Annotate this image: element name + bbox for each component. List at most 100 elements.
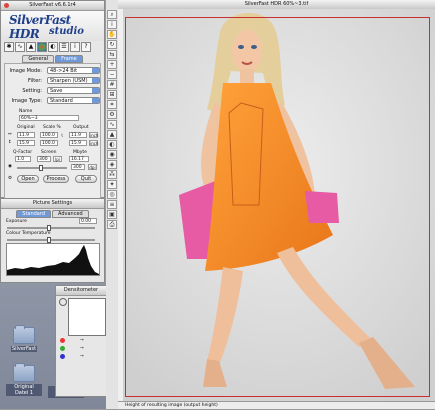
frame-panel: Image Mode: 48->24 Bit Filter: Sharpen (… (4, 63, 101, 211)
selective-icon[interactable]: ◉ (107, 150, 117, 159)
prescan-window: SilverFast HDR 60%~3.tif Height of resul… (118, 0, 435, 409)
gradation-icon[interactable]: ∿ (15, 42, 25, 52)
dpi-unit-select[interactable]: dpi (88, 164, 97, 170)
image-type-select[interactable]: Standard (47, 97, 100, 104)
qfactor-field[interactable]: 1.0 (15, 156, 31, 162)
image-mode-row: Image Mode: 48->24 Bit (5, 67, 100, 75)
picture-tabs: Standard Advanced (1, 210, 104, 218)
output-label: Output (73, 125, 89, 130)
printer-icon[interactable]: ⎙ (107, 220, 117, 229)
setting-label: Setting: (22, 88, 42, 94)
tab-advanced[interactable]: Advanced (52, 210, 89, 218)
screen-field[interactable]: 300 (37, 156, 51, 162)
screen-unit-select[interactable]: lpi (53, 156, 62, 162)
grid-icon[interactable]: # (107, 80, 117, 89)
expert-icon[interactable]: ☰ (59, 42, 69, 52)
original-height-field[interactable]: 15.9 (17, 140, 35, 146)
settings-icon[interactable]: ⚙ (107, 110, 117, 119)
curves-icon[interactable]: ∿ (107, 120, 117, 129)
silverfast-main-palette: SilverFast v6.6.1r4 SilverFast HDR studi… (0, 0, 105, 211)
dpi-field[interactable]: 300 (71, 164, 85, 170)
auto-adjust-icon[interactable]: ✱ (4, 42, 14, 52)
eyedropper-icon[interactable] (59, 298, 67, 306)
color-correction-icon[interactable] (37, 42, 47, 52)
width-unit-select[interactable]: inch (89, 132, 98, 138)
name-field[interactable]: 60%~3 (19, 115, 79, 121)
status-bar: Height of resulting image (output height… (118, 401, 435, 409)
exposure-slider-track[interactable] (7, 227, 95, 229)
densitometer-preview (68, 298, 106, 336)
densitometer-titlebar[interactable]: Densitometer (56, 286, 106, 296)
dust-icon[interactable]: ✦ (107, 180, 117, 189)
green-channel-icon (60, 346, 65, 351)
output-width-field[interactable]: 11.9 (69, 132, 87, 138)
eye-icon[interactable]: ◎ (107, 190, 117, 199)
setting-row: Setting: Save (5, 87, 100, 95)
zoom-icon[interactable]: ⌕ (107, 10, 117, 19)
quit-button[interactable]: Quit (75, 175, 97, 183)
scale-width-field[interactable]: 100.0 (40, 132, 58, 138)
arrow-green-icon: → (80, 346, 84, 351)
original-width-field[interactable]: 11.9 (17, 132, 35, 138)
info-icon[interactable]: i (70, 42, 80, 52)
tab-standard[interactable]: Standard (16, 210, 52, 218)
prescan-image[interactable] (123, 9, 435, 401)
picture-settings-title: Picture Settings (32, 200, 73, 206)
hand-icon[interactable]: ✋ (107, 30, 117, 39)
selective-color-icon[interactable]: ◐ (48, 42, 58, 52)
picture-settings-panel: Picture Settings Standard Advanced Expos… (0, 198, 105, 283)
densitometer-panel: Densitometer → → → (55, 285, 107, 397)
blue-channel-icon (60, 354, 65, 359)
frame-add-icon[interactable]: + (107, 60, 117, 69)
red-channel-icon (60, 338, 65, 343)
brand-studio: studio (49, 26, 84, 37)
stack-icon[interactable]: ≡ (107, 200, 117, 209)
link-icon[interactable]: ⌇ (61, 134, 63, 139)
help-icon[interactable]: ? (81, 42, 91, 52)
scan-frame-selection[interactable] (125, 17, 430, 397)
folder-icon-original-1[interactable]: Original Datei 1 (6, 363, 42, 396)
palette-title: SilverFast v6.6.1r4 (29, 2, 76, 8)
exposure-field[interactable]: 0.00 (79, 218, 97, 224)
image-mode-select[interactable]: 48->24 Bit (47, 67, 100, 74)
histogram-graph (7, 245, 99, 275)
mbyte-label: Mbyte (73, 150, 87, 155)
folder-icon-silverfast[interactable]: SilverFast (6, 325, 42, 352)
frame-remove-icon[interactable]: − (107, 70, 117, 79)
resolution-slider-knob[interactable] (39, 165, 43, 171)
height-unit-select[interactable]: inch (89, 140, 98, 146)
qfactor-label: Q-Factor (13, 150, 33, 155)
mask-icon[interactable]: ▣ (107, 210, 117, 219)
tab-general[interactable]: General (22, 55, 55, 63)
colour-temperature-slider-track[interactable] (7, 239, 95, 241)
open-button[interactable]: Open (17, 175, 39, 183)
sharpen-icon[interactable]: ◈ (107, 160, 117, 169)
scale-height-field[interactable]: 100.0 (40, 140, 58, 146)
grain-icon[interactable]: ⁂ (107, 170, 117, 179)
image-type-row: Image Type: Standard (5, 97, 100, 105)
histogram-icon[interactable]: ▲ (26, 42, 36, 52)
color-icon[interactable]: ◐ (107, 140, 117, 149)
densitometer-title: Densitometer (63, 287, 99, 293)
process-button[interactable]: Process (43, 175, 69, 183)
flip-icon[interactable]: ⇆ (107, 50, 117, 59)
palette-titlebar[interactable]: SilverFast v6.6.1r4 (1, 1, 104, 11)
ruler-icon[interactable]: ⊞ (107, 90, 117, 99)
scanner-icon[interactable]: ⚙ (8, 176, 12, 181)
filter-select[interactable]: Sharpen (USM) (47, 77, 100, 84)
name-label: Name (19, 109, 33, 114)
histogram (6, 243, 100, 276)
tool-row: ✱ ∿ ▲ ◐ ☰ i ? (1, 41, 104, 53)
info-icon[interactable]: i (107, 20, 117, 29)
rotate-icon[interactable]: ↻ (107, 40, 117, 49)
crop-icon[interactable]: ⌗ (107, 100, 117, 109)
original-label: Original (17, 125, 35, 130)
image-type-label: Image Type: (11, 98, 42, 104)
levels-icon[interactable]: ▲ (107, 130, 117, 139)
close-button[interactable] (4, 3, 9, 8)
output-height-field[interactable]: 15.9 (69, 140, 87, 146)
tab-frame[interactable]: Frame (55, 55, 83, 63)
width-arrow-icon: ↔ (8, 132, 12, 137)
picture-settings-titlebar[interactable]: Picture Settings (1, 199, 104, 209)
setting-select[interactable]: Save (47, 87, 100, 94)
